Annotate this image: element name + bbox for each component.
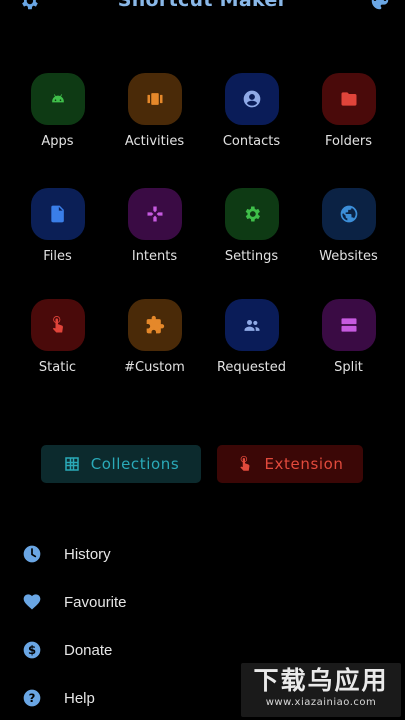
touch-icon <box>240 455 250 471</box>
globe-icon <box>340 205 357 223</box>
watermark-url: www.xiazainiao.com <box>265 697 377 708</box>
settings-tile[interactable] <box>224 188 279 240</box>
top-app-bar: Shortcut Maker <box>0 0 405 14</box>
menu-label: Donate <box>64 641 113 659</box>
category-contacts[interactable]: Contacts <box>203 73 300 149</box>
category-label: Intents <box>131 249 178 264</box>
menu-label: History <box>64 545 111 563</box>
category-label: Split <box>334 360 363 375</box>
people-icon <box>244 320 259 331</box>
category-websites[interactable]: Websites <box>300 188 397 264</box>
puzzle-icon <box>146 315 164 334</box>
folders-tile[interactable] <box>321 73 376 125</box>
category-label: Websites <box>319 249 378 264</box>
dollar-icon: $ <box>23 641 41 659</box>
custom-tile[interactable] <box>127 299 182 351</box>
static-tile[interactable] <box>30 299 85 351</box>
requested-tile[interactable] <box>224 299 279 351</box>
touch-icon <box>52 316 63 333</box>
grid-icon <box>64 457 79 471</box>
category-settings[interactable]: Settings <box>203 188 300 264</box>
watermark-title: 下载乌应用 <box>253 666 389 695</box>
category-label: Activities <box>124 134 185 149</box>
menu-label: Favourite <box>64 593 127 611</box>
activities-icon <box>147 93 162 105</box>
clock-icon <box>23 545 41 563</box>
category-activities[interactable]: Activities <box>106 73 203 149</box>
heart-icon <box>23 594 41 610</box>
category-apps[interactable]: Apps <box>9 73 106 149</box>
menu-item-favourite[interactable]: Favourite <box>0 582 405 622</box>
extension-button[interactable]: Extension <box>217 445 363 483</box>
apps-tile[interactable] <box>30 73 85 125</box>
files-tile[interactable] <box>30 188 85 240</box>
site-watermark: 下载乌应用 www.xiazainiao.com <box>241 663 401 717</box>
gamepad-icon <box>147 206 162 222</box>
gear-icon <box>245 206 260 222</box>
category-label: Apps <box>41 134 74 149</box>
websites-tile[interactable] <box>321 188 376 240</box>
file-icon <box>50 205 64 223</box>
category-label: Settings <box>224 249 279 264</box>
activities-tile[interactable] <box>127 73 182 125</box>
category-requested[interactable]: Requested <box>203 299 300 375</box>
split-icon <box>341 318 356 332</box>
extension-label: Extension <box>264 455 344 473</box>
help-icon: ? <box>23 689 41 707</box>
category-static[interactable]: Static <box>9 299 106 375</box>
app-title: Shortcut Maker <box>117 0 288 11</box>
contact-icon <box>243 90 260 108</box>
contacts-tile[interactable] <box>224 73 279 125</box>
intents-tile[interactable] <box>127 188 182 240</box>
menu-item-history[interactable]: History <box>0 534 405 574</box>
category-intents[interactable]: Intents <box>106 188 203 264</box>
split-tile[interactable] <box>321 299 376 351</box>
category-label: Static <box>38 360 77 375</box>
svg-text:?: ? <box>29 691 36 705</box>
category-label: Files <box>43 249 72 264</box>
category-folders[interactable]: Folders <box>300 73 397 149</box>
category-label: Requested <box>216 360 287 375</box>
category-files[interactable]: Files <box>9 188 106 264</box>
collections-button[interactable]: Collections <box>41 445 201 483</box>
collections-label: Collections <box>90 455 180 473</box>
android-icon <box>51 94 64 103</box>
category-label: Folders <box>325 134 372 149</box>
svg-text:$: $ <box>28 643 36 657</box>
category-label: Contacts <box>222 134 281 149</box>
menu-label: Help <box>64 689 95 707</box>
category-label: #Custom <box>124 360 185 375</box>
category-custom[interactable]: #Custom <box>106 299 203 375</box>
category-split[interactable]: Split <box>300 299 397 375</box>
folder-icon <box>341 92 356 106</box>
palette-icon[interactable] <box>369 0 391 12</box>
